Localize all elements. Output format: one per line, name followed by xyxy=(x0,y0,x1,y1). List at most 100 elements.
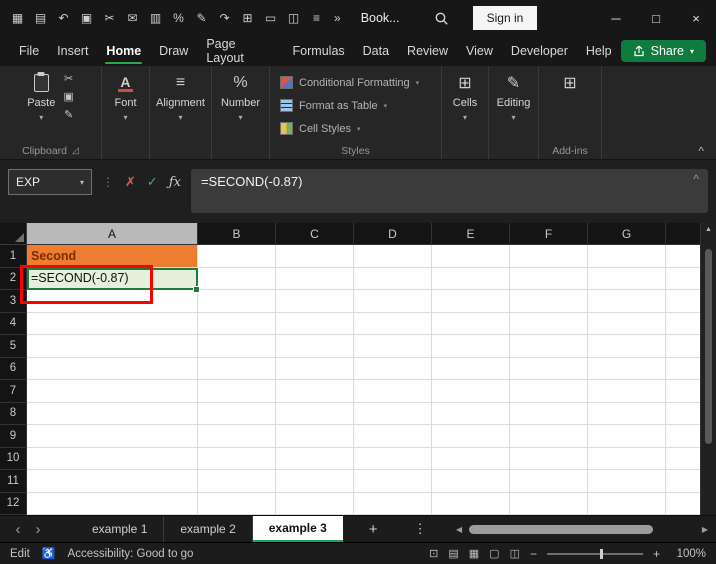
camera-icon[interactable]: ◫ xyxy=(282,5,305,31)
redo-icon[interactable]: ↷ xyxy=(213,5,236,31)
cell-E7[interactable] xyxy=(432,380,510,403)
cell-E12[interactable] xyxy=(432,492,510,515)
sign-in-button[interactable]: Sign in xyxy=(472,6,538,30)
cell-C12[interactable] xyxy=(276,492,354,515)
column-header-D[interactable]: D xyxy=(354,223,432,245)
menu-item-file[interactable]: File xyxy=(10,39,48,63)
cell-G5[interactable] xyxy=(588,335,666,358)
cell-D10[interactable] xyxy=(354,447,432,470)
workbook-stats-icon[interactable]: ▤ xyxy=(448,547,458,560)
scroll-up-icon[interactable]: ▲ xyxy=(701,226,716,233)
cell-F12[interactable] xyxy=(510,492,588,515)
fill-handle[interactable] xyxy=(193,286,200,293)
share-button[interactable]: Share ▾ xyxy=(620,40,706,62)
cell-B10[interactable] xyxy=(198,447,276,470)
cell-E2[interactable] xyxy=(432,267,510,290)
cell-D5[interactable] xyxy=(354,335,432,358)
dialog-launcher-icon[interactable]: ◿ xyxy=(72,145,79,156)
cell-E11[interactable] xyxy=(432,470,510,493)
qat-overflow-icon[interactable]: » xyxy=(334,11,341,25)
close-button[interactable]: × xyxy=(676,0,716,36)
column-header-A[interactable]: A xyxy=(27,223,198,245)
cell-F8[interactable] xyxy=(510,402,588,425)
cell-B3[interactable] xyxy=(198,290,276,313)
cell-F1[interactable] xyxy=(510,245,588,268)
name-box[interactable]: EXP ▾ xyxy=(8,169,92,195)
editing-group-button[interactable]: ✎ Editing ▾ xyxy=(497,66,531,142)
cancel-icon[interactable]: ✗ xyxy=(125,174,136,190)
cell-F11[interactable] xyxy=(510,470,588,493)
cell-A3[interactable] xyxy=(27,290,198,313)
cell-C1[interactable] xyxy=(276,245,354,268)
sheet-nav-right-icon[interactable]: › xyxy=(28,522,48,537)
cell-D1[interactable] xyxy=(354,245,432,268)
cell-A4[interactable] xyxy=(27,312,198,335)
cell-A10[interactable] xyxy=(27,447,198,470)
cell-C8[interactable] xyxy=(276,402,354,425)
cell-C4[interactable] xyxy=(276,312,354,335)
cell-B5[interactable] xyxy=(198,335,276,358)
menu-item-developer[interactable]: Developer xyxy=(502,39,577,63)
print-icon[interactable]: ≡ xyxy=(305,5,328,31)
cell-B11[interactable] xyxy=(198,470,276,493)
paste-button[interactable]: Paste ▾ xyxy=(27,66,55,142)
undo-icon[interactable]: ↶ xyxy=(52,5,75,31)
insert-table-icon[interactable]: ⊞ xyxy=(236,5,259,31)
cell-D7[interactable] xyxy=(354,380,432,403)
mail-icon[interactable]: ✉ xyxy=(121,5,144,31)
page-layout-view-icon[interactable]: ▢ xyxy=(489,547,499,560)
format-painter-icon[interactable]: ✎ xyxy=(190,5,213,31)
cell-G6[interactable] xyxy=(588,357,666,380)
row-header-6[interactable]: 6 xyxy=(0,357,27,380)
column-header-E[interactable]: E xyxy=(432,223,510,245)
row-header-12[interactable]: 12 xyxy=(0,492,27,515)
sheet-tab-example-1[interactable]: example 1 xyxy=(76,516,165,542)
cell-E9[interactable] xyxy=(432,425,510,448)
vertical-scrollbar[interactable]: ▲ xyxy=(700,223,716,515)
styles-button-conditional-formatting[interactable]: Conditional Formatting ▾ xyxy=(270,72,441,93)
row-header-7[interactable]: 7 xyxy=(0,380,27,403)
row-header-4[interactable]: 4 xyxy=(0,312,27,335)
number-group-button[interactable]: % Number ▾ xyxy=(221,66,260,142)
styles-button-format-as-table[interactable]: Format as Table ▾ xyxy=(270,95,441,116)
cell-B9[interactable] xyxy=(198,425,276,448)
cell-C9[interactable] xyxy=(276,425,354,448)
search-icon[interactable] xyxy=(434,11,449,26)
sheet-tab-example-3[interactable]: example 3 xyxy=(252,516,343,542)
cell-G11[interactable] xyxy=(588,470,666,493)
row-header-2[interactable]: 2 xyxy=(0,267,27,290)
paste-icon[interactable]: ▥ xyxy=(144,5,167,31)
cell-C6[interactable] xyxy=(276,357,354,380)
cell-A2[interactable]: =SECOND(-0.87) xyxy=(27,267,198,290)
cell-F7[interactable] xyxy=(510,380,588,403)
cell-B1[interactable] xyxy=(198,245,276,268)
format-painter-icon[interactable]: ✎ xyxy=(63,108,73,121)
row-header-10[interactable]: 10 xyxy=(0,447,27,470)
cell-C3[interactable] xyxy=(276,290,354,313)
column-header-F[interactable]: F xyxy=(510,223,588,245)
cell-F4[interactable] xyxy=(510,312,588,335)
styles-button-cell-styles[interactable]: Cell Styles ▾ xyxy=(270,118,441,139)
cell-E5[interactable] xyxy=(432,335,510,358)
cell-A6[interactable] xyxy=(27,357,198,380)
addins-button[interactable]: ⊞ xyxy=(563,66,576,142)
cell-D12[interactable] xyxy=(354,492,432,515)
copy-icon[interactable]: ▣ xyxy=(63,90,73,103)
cell-D4[interactable] xyxy=(354,312,432,335)
cell-A9[interactable] xyxy=(27,425,198,448)
zoom-in-button[interactable]: + xyxy=(653,547,660,561)
menu-item-home[interactable]: Home xyxy=(97,39,150,64)
horizontal-scrollbar-thumb[interactable] xyxy=(469,525,653,534)
ribbon-collapse-icon[interactable]: ^ xyxy=(698,144,704,158)
horizontal-scrollbar[interactable]: ◀ ▶ xyxy=(456,523,708,536)
cell-G7[interactable] xyxy=(588,380,666,403)
cell-F2[interactable] xyxy=(510,267,588,290)
cell-E4[interactable] xyxy=(432,312,510,335)
cell-G12[interactable] xyxy=(588,492,666,515)
window-icon[interactable]: ▭ xyxy=(259,5,282,31)
cell-E1[interactable] xyxy=(432,245,510,268)
cell-D6[interactable] xyxy=(354,357,432,380)
menu-item-view[interactable]: View xyxy=(457,39,502,63)
zoom-out-button[interactable]: − xyxy=(530,547,537,561)
cell-F5[interactable] xyxy=(510,335,588,358)
